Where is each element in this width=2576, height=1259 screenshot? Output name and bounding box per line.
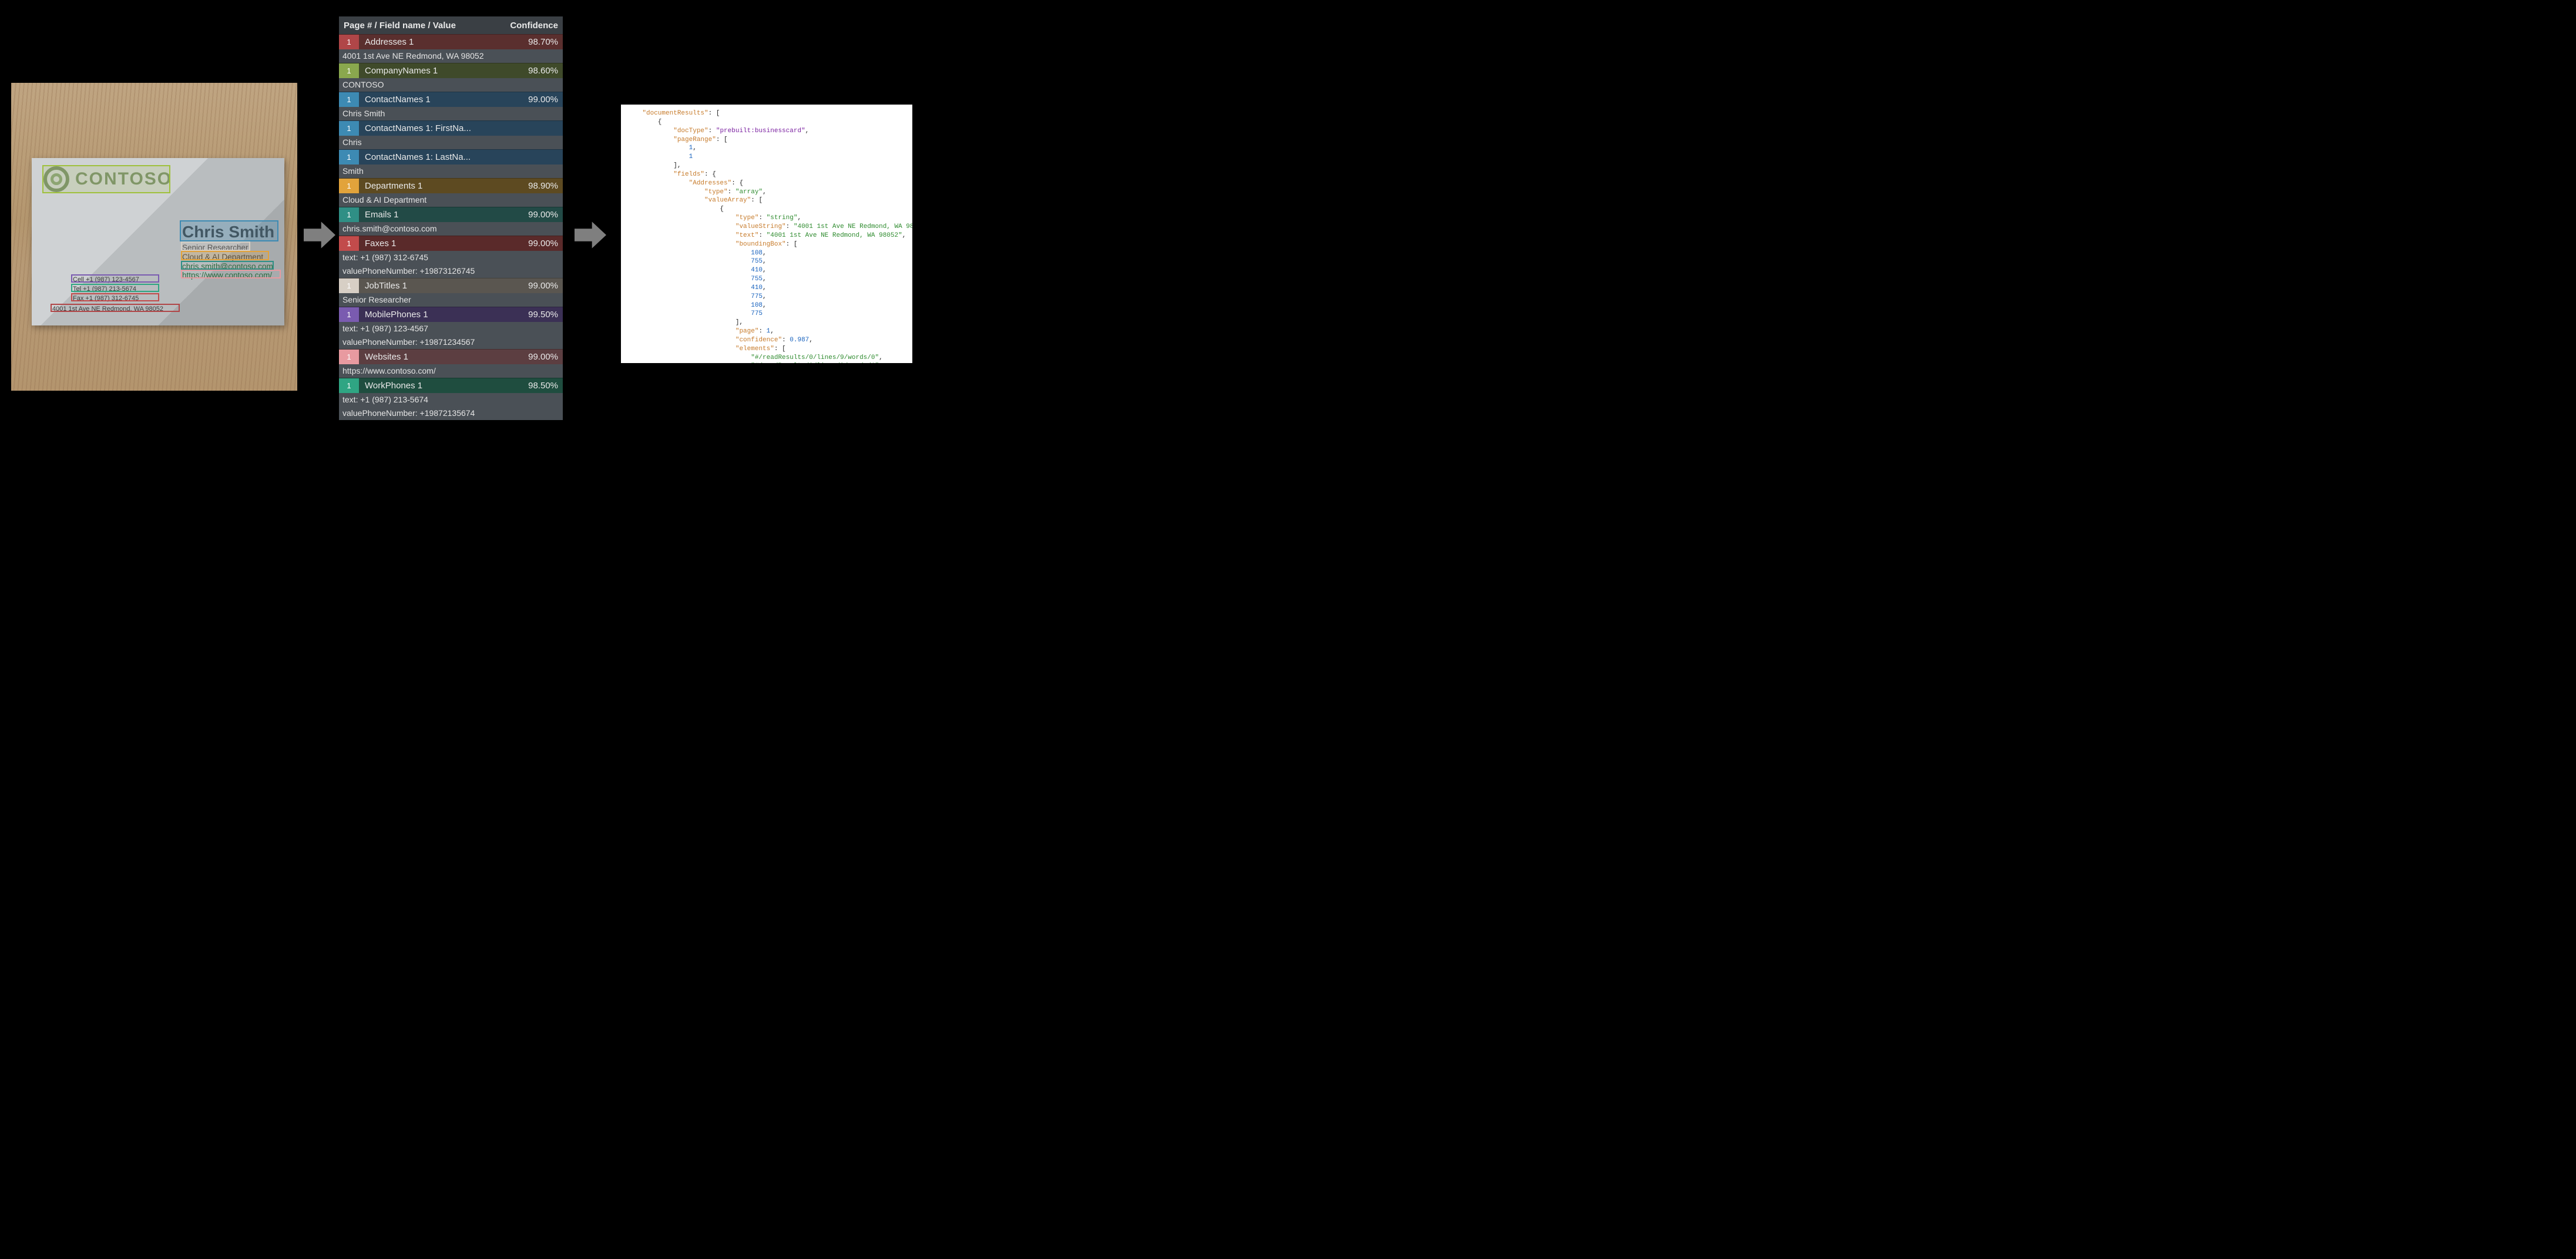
field-value: text: +1 (987) 312-6745 bbox=[339, 251, 563, 264]
page-badge: 1 bbox=[339, 121, 359, 136]
field-row[interactable]: 1Emails 199.00% bbox=[339, 207, 563, 222]
field-name: Addresses 1 bbox=[359, 37, 528, 47]
results-panel: Page # / Field name / Value Confidence 1… bbox=[339, 16, 563, 420]
field-row[interactable]: 1MobilePhones 199.50% bbox=[339, 307, 563, 322]
results-header: Page # / Field name / Value Confidence bbox=[339, 16, 563, 34]
field-row[interactable]: 1CompanyNames 198.60% bbox=[339, 63, 563, 78]
field-confidence: 99.00% bbox=[528, 281, 563, 291]
field-value: chris.smith@contoso.com bbox=[339, 222, 563, 236]
field-name: ContactNames 1: LastNa... bbox=[359, 152, 558, 162]
page-badge: 1 bbox=[339, 236, 359, 251]
page-badge: 1 bbox=[339, 63, 359, 78]
business-card: CONTOSO Chris Smith Senior Researcher Cl… bbox=[32, 158, 284, 325]
field-confidence: 99.00% bbox=[528, 239, 563, 249]
field-row[interactable]: 1Addresses 198.70% bbox=[339, 34, 563, 49]
field-confidence: 98.50% bbox=[528, 381, 563, 391]
field-name: Emails 1 bbox=[359, 210, 528, 220]
logo-icon bbox=[43, 166, 69, 192]
field-row[interactable]: 1ContactNames 199.00% bbox=[339, 92, 563, 107]
field-confidence: 98.60% bbox=[528, 66, 563, 76]
field-name: JobTitles 1 bbox=[359, 281, 528, 291]
arrow-right-icon bbox=[304, 217, 335, 253]
field-confidence: 98.70% bbox=[528, 37, 563, 47]
work-phone: +1 (987) 213-5674 bbox=[83, 286, 136, 293]
page-badge: 1 bbox=[339, 378, 359, 393]
field-row[interactable]: 1Websites 199.00% bbox=[339, 349, 563, 364]
cell-label: Cell bbox=[73, 276, 84, 283]
page-badge: 1 bbox=[339, 307, 359, 322]
logo: CONTOSO bbox=[43, 166, 172, 192]
company-name: CONTOSO bbox=[75, 169, 172, 189]
page-badge: 1 bbox=[339, 92, 359, 107]
page-badge: 1 bbox=[339, 278, 359, 293]
field-confidence: 99.00% bbox=[528, 210, 563, 220]
field-row[interactable]: 1JobTitles 199.00% bbox=[339, 278, 563, 293]
json-output-panel: "documentResults": [ { "docType": "prebu… bbox=[621, 105, 912, 363]
results-header-left: Page # / Field name / Value bbox=[344, 21, 456, 31]
address: 4001 1st Ave NE Redmond, WA 98052 bbox=[52, 305, 163, 314]
field-value: valuePhoneNumber: +19873126745 bbox=[339, 264, 563, 278]
fax-label: Fax bbox=[73, 295, 83, 302]
results-rows: 1Addresses 198.70%4001 1st Ave NE Redmon… bbox=[339, 34, 563, 420]
field-value: Cloud & AI Department bbox=[339, 193, 563, 207]
field-name: ContactNames 1 bbox=[359, 95, 528, 105]
field-value: Smith bbox=[339, 164, 563, 178]
field-name: CompanyNames 1 bbox=[359, 66, 528, 76]
page-badge: 1 bbox=[339, 179, 359, 193]
tel-label: Tel bbox=[73, 286, 81, 293]
field-row[interactable]: 1Departments 198.90% bbox=[339, 178, 563, 193]
cell-phone: +1 (987) 123-4567 bbox=[86, 276, 139, 283]
field-value: https://www.contoso.com/ bbox=[339, 364, 563, 378]
field-name: WorkPhones 1 bbox=[359, 381, 528, 391]
contact-name: Chris Smith bbox=[182, 223, 274, 241]
field-row[interactable]: 1ContactNames 1: LastNa... bbox=[339, 149, 563, 164]
field-confidence: 99.00% bbox=[528, 95, 563, 105]
website: https://www.contoso.com/ bbox=[182, 270, 272, 281]
field-confidence: 99.50% bbox=[528, 310, 563, 320]
field-confidence: 98.90% bbox=[528, 181, 563, 191]
page-badge: 1 bbox=[339, 150, 359, 164]
field-value: 4001 1st Ave NE Redmond, WA 98052 bbox=[339, 49, 563, 63]
field-value: text: +1 (987) 213-5674 bbox=[339, 393, 563, 407]
field-row[interactable]: 1ContactNames 1: FirstNa... bbox=[339, 120, 563, 136]
fax-phone: +1 (987) 312-6745 bbox=[85, 295, 139, 302]
page-badge: 1 bbox=[339, 35, 359, 49]
arrow-right-icon bbox=[575, 217, 606, 253]
field-row[interactable]: 1Faxes 199.00% bbox=[339, 236, 563, 251]
page-badge: 1 bbox=[339, 350, 359, 364]
field-name: MobilePhones 1 bbox=[359, 310, 528, 320]
field-value: text: +1 (987) 123-4567 bbox=[339, 322, 563, 335]
field-row[interactable]: 1WorkPhones 198.50% bbox=[339, 378, 563, 393]
field-confidence: 99.00% bbox=[528, 352, 563, 362]
field-value: Chris Smith bbox=[339, 107, 563, 120]
field-value: valuePhoneNumber: +19872135674 bbox=[339, 407, 563, 420]
field-name: Faxes 1 bbox=[359, 239, 528, 249]
field-name: ContactNames 1: FirstNa... bbox=[359, 123, 558, 133]
business-card-panel: CONTOSO Chris Smith Senior Researcher Cl… bbox=[11, 83, 297, 391]
field-value: Senior Researcher bbox=[339, 293, 563, 307]
results-header-right: Confidence bbox=[510, 21, 558, 31]
field-value: CONTOSO bbox=[339, 78, 563, 92]
field-value: valuePhoneNumber: +19871234567 bbox=[339, 335, 563, 349]
field-name: Websites 1 bbox=[359, 352, 528, 362]
page-badge: 1 bbox=[339, 207, 359, 222]
field-name: Departments 1 bbox=[359, 181, 528, 191]
field-value: Chris bbox=[339, 136, 563, 149]
